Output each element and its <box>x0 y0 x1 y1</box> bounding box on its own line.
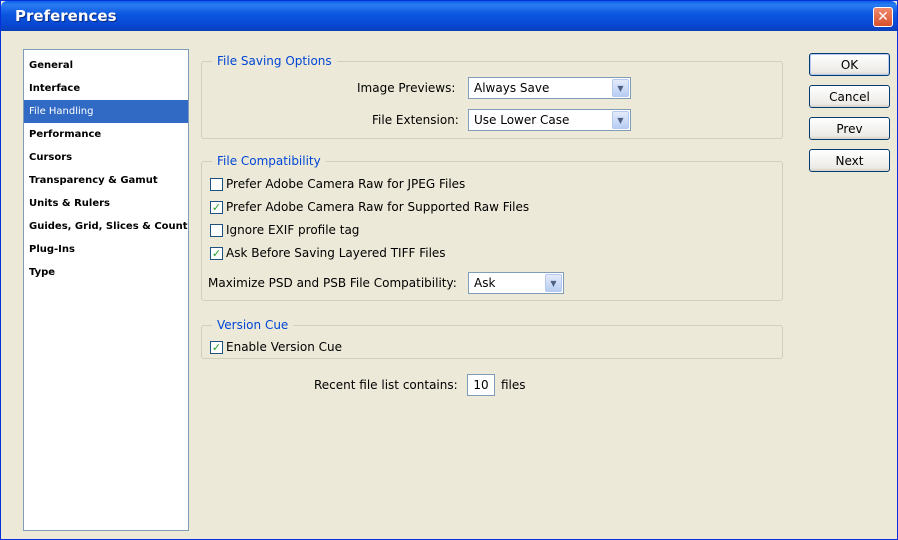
preferences-sidebar: General Interface File Handling Performa… <box>23 49 189 531</box>
ask-tiff-checkbox[interactable]: ✓ <box>210 246 223 260</box>
ignore-exif-checkbox[interactable] <box>210 223 223 237</box>
prefer-acr-jpeg-option[interactable]: Prefer Adobe Camera Raw for JPEG Files <box>210 176 465 192</box>
file-extension-value: Use Lower Case <box>474 113 570 127</box>
maximize-compat-value: Ask <box>474 276 496 290</box>
next-button[interactable]: Next <box>809 149 890 172</box>
recent-files-label: Recent file list contains: <box>314 378 458 392</box>
sidebar-item-cursors[interactable]: Cursors <box>24 146 188 169</box>
prefer-acr-jpeg-label: Prefer Adobe Camera Raw for JPEG Files <box>226 177 466 191</box>
prefer-acr-jpeg-checkbox[interactable] <box>210 177 223 191</box>
maximize-compat-select[interactable]: Ask ▼ <box>468 272 564 294</box>
ignore-exif-label: Ignore EXIF profile tag <box>226 223 360 237</box>
ignore-exif-option[interactable]: Ignore EXIF profile tag <box>210 222 359 238</box>
preferences-window: Preferences ✕ General Interface File Han… <box>0 0 898 540</box>
prefer-acr-raw-label: Prefer Adobe Camera Raw for Supported Ra… <box>226 200 530 214</box>
ask-tiff-label: Ask Before Saving Layered TIFF Files <box>226 246 446 260</box>
prev-button[interactable]: Prev <box>809 117 890 140</box>
close-icon[interactable]: ✕ <box>873 7 893 27</box>
image-previews-value: Always Save <box>474 81 550 95</box>
title-bar[interactable]: Preferences ✕ <box>1 1 897 31</box>
sidebar-item-type[interactable]: Type <box>24 261 188 284</box>
sidebar-item-file-handling[interactable]: File Handling <box>24 100 188 123</box>
group-title-version-cue: Version Cue <box>212 318 294 332</box>
window-title: Preferences <box>15 7 117 25</box>
sidebar-item-plug-ins[interactable]: Plug-Ins <box>24 238 188 261</box>
prefer-acr-raw-option[interactable]: ✓ Prefer Adobe Camera Raw for Supported … <box>210 199 529 215</box>
sidebar-item-units-rulers[interactable]: Units & Rulers <box>24 192 188 215</box>
image-previews-select[interactable]: Always Save ▼ <box>468 77 631 99</box>
image-previews-label: Image Previews: <box>357 81 456 95</box>
recent-files-input[interactable]: 10 <box>467 374 495 396</box>
sidebar-item-general[interactable]: General <box>24 54 188 77</box>
group-title-file-compatibility: File Compatibility <box>212 154 326 168</box>
sidebar-item-performance[interactable]: Performance <box>24 123 188 146</box>
enable-version-cue-checkbox[interactable]: ✓ <box>210 340 223 354</box>
cancel-button[interactable]: Cancel <box>809 85 890 108</box>
sidebar-item-guides-grid[interactable]: Guides, Grid, Slices & Count <box>24 215 188 238</box>
maximize-compat-label: Maximize PSD and PSB File Compatibility: <box>208 276 457 290</box>
enable-version-cue-option[interactable]: ✓ Enable Version Cue <box>210 339 342 355</box>
enable-version-cue-label: Enable Version Cue <box>226 340 342 354</box>
ok-button[interactable]: OK <box>809 53 890 76</box>
chevron-down-icon[interactable]: ▼ <box>612 79 629 97</box>
sidebar-item-interface[interactable]: Interface <box>24 77 188 100</box>
chevron-down-icon[interactable]: ▼ <box>612 111 629 129</box>
file-extension-select[interactable]: Use Lower Case ▼ <box>468 109 631 131</box>
file-extension-label: File Extension: <box>372 113 459 127</box>
chevron-down-icon[interactable]: ▼ <box>545 274 562 292</box>
sidebar-item-transparency-gamut[interactable]: Transparency & Gamut <box>24 169 188 192</box>
group-title-file-saving: File Saving Options <box>212 54 337 68</box>
prefer-acr-raw-checkbox[interactable]: ✓ <box>210 200 223 214</box>
recent-files-suffix: files <box>501 378 526 392</box>
ask-tiff-option[interactable]: ✓ Ask Before Saving Layered TIFF Files <box>210 245 446 261</box>
